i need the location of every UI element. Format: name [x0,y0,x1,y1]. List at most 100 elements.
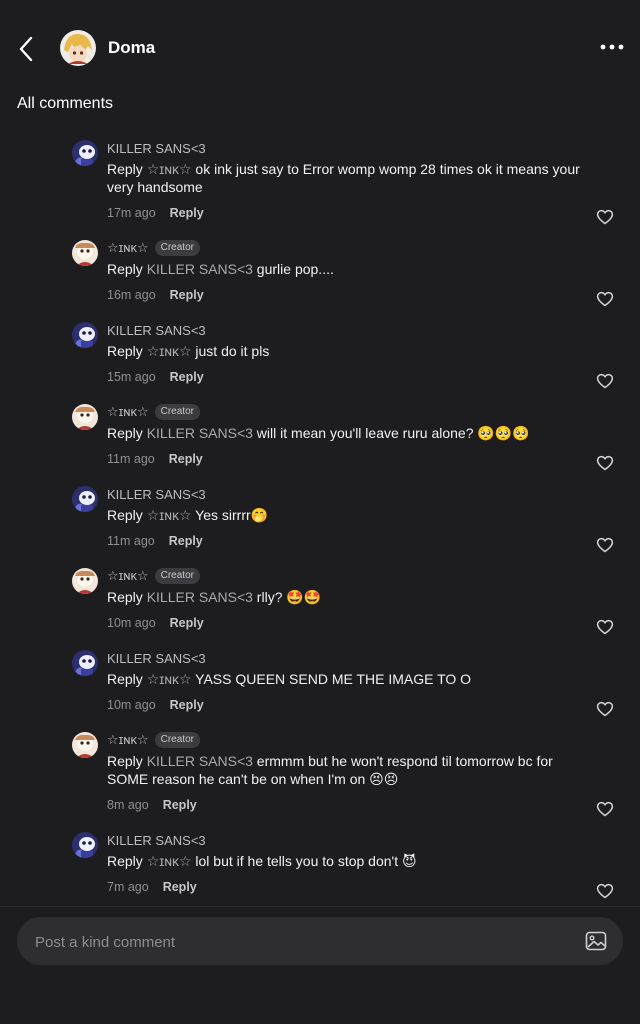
reply-target-username[interactable]: ☆ɪɴᴋ☆ [147,507,192,523]
comment-body: YASS QUEEN SEND ME THE IMAGE TO O [191,671,472,687]
reply-target-username[interactable]: KILLER SANS<3 [147,753,253,769]
reply-target-username[interactable]: KILLER SANS<3 [147,261,253,277]
heart-outline-icon [596,537,614,553]
comment-username[interactable]: KILLER SANS<3 [107,651,206,666]
comment-username[interactable]: KILLER SANS<3 [107,323,206,338]
comment-username[interactable]: KILLER SANS<3 [107,833,206,848]
comment-timestamp: 11m ago [107,534,155,548]
reply-button[interactable]: Reply [170,288,204,302]
comment-meta: 10m ago Reply [107,614,590,632]
reply-button[interactable]: Reply [170,206,204,220]
comment-username[interactable]: ☆ɪɴᴋ☆ [107,732,149,748]
creator-badge: Creator [154,240,200,256]
reply-button[interactable]: Reply [163,880,197,894]
heart-outline-icon [596,291,614,307]
comment-username[interactable]: ☆ɪɴᴋ☆ [107,568,149,584]
comment-header: ☆ɪɴᴋ☆ Creator [107,558,590,586]
reply-button[interactable]: Reply [170,698,204,712]
like-button[interactable] [596,618,614,636]
reply-target-username[interactable]: KILLER SANS<3 [147,425,253,441]
comment-avatar[interactable] [72,732,98,758]
comment-body: will it mean you'll leave ruru alone? [252,425,478,441]
comment-text: Reply ☆ɪɴᴋ☆ just do it pls [107,342,590,360]
reply-label: Reply [107,343,143,359]
like-button[interactable] [596,800,614,818]
reply-target-username[interactable]: ☆ɪɴᴋ☆ [147,853,192,869]
comment-avatar[interactable] [72,240,98,266]
like-button[interactable] [596,700,614,718]
comment-avatar[interactable] [72,832,98,858]
reply-button[interactable]: Reply [169,452,203,466]
comment-body: gurlie pop.... [252,261,334,277]
reply-label: Reply [107,671,143,687]
more-options-button[interactable] [594,33,630,61]
attach-image-button[interactable] [585,930,607,952]
reply-label: Reply [107,425,143,441]
comment-header: ☆ɪɴᴋ☆ Creator [107,230,590,258]
comment-avatar[interactable] [72,140,98,166]
comment-body: Yes sirrrr [191,507,251,523]
comment-avatar[interactable] [72,650,98,676]
comment-username[interactable]: ☆ɪɴᴋ☆ [107,240,149,256]
comment-item: KILLER SANS<3 Reply ☆ɪɴᴋ☆ Yes sirrrr🤭 11m … [0,476,640,558]
comment-username[interactable]: ☆ɪɴᴋ☆ [107,404,149,420]
heart-outline-icon [596,883,614,899]
heart-outline-icon [596,373,614,389]
comment-item: ☆ɪɴᴋ☆ Creator Reply KILLER SANS<3 gurlie p… [0,230,640,312]
comment-username[interactable]: KILLER SANS<3 [107,141,206,156]
heart-outline-icon [596,209,614,225]
comment-list[interactable]: KILLER SANS<3 Reply ☆ɪɴᴋ☆ ok ink just say… [0,130,640,906]
like-button[interactable] [596,882,614,900]
heart-outline-icon [596,801,614,817]
comment-text: Reply ☆ɪɴᴋ☆ Yes sirrrr🤭 [107,506,590,524]
reply-button[interactable]: Reply [163,798,197,812]
comment-meta: 8m ago Reply [107,796,590,814]
reply-button[interactable]: Reply [170,370,204,384]
comment-username[interactable]: KILLER SANS<3 [107,487,206,502]
comment-input[interactable] [33,917,577,967]
reply-label: Reply [107,507,143,523]
comment-meta: 10m ago Reply [107,696,590,714]
comment-timestamp: 10m ago [107,616,156,630]
comment-text: Reply KILLER SANS<3 rlly? 🤩🤩 [107,588,590,606]
reply-target-username[interactable]: ☆ɪɴᴋ☆ [147,161,192,177]
reply-target-username[interactable]: KILLER SANS<3 [147,589,253,605]
comment-text: Reply ☆ɪɴᴋ☆ lol but if he tells you to s… [107,852,590,870]
comment-avatar[interactable] [72,486,98,512]
comment-avatar[interactable] [72,404,98,430]
reply-label: Reply [107,161,143,177]
comment-composer-bar [0,906,640,1024]
comment-header: KILLER SANS<3 [107,640,590,668]
comment-header: KILLER SANS<3 [107,130,590,158]
reply-target-username[interactable]: ☆ɪɴᴋ☆ [147,343,192,359]
comment-item: KILLER SANS<3 Reply ☆ɪɴᴋ☆ lol but if he t… [0,822,640,904]
reply-target-username[interactable]: ☆ɪɴᴋ☆ [147,671,192,687]
like-button[interactable] [596,372,614,390]
comment-timestamp: 11m ago [107,452,155,466]
comment-header: ☆ɪɴᴋ☆ Creator [107,394,590,422]
like-button[interactable] [596,208,614,226]
comment-emoji: 😣😣 [369,771,399,787]
reply-label: Reply [107,589,143,605]
like-button[interactable] [596,536,614,554]
comment-avatar[interactable] [72,568,98,594]
reply-button[interactable]: Reply [170,616,204,630]
creator-badge: Creator [154,568,200,584]
comment-text: Reply ☆ɪɴᴋ☆ ok ink just say to Error wom… [107,160,590,196]
top-bar: Doma [0,0,640,98]
like-button[interactable] [596,290,614,308]
comment-timestamp: 15m ago [107,370,156,384]
back-button[interactable] [10,33,42,65]
comment-meta: 7m ago Reply [107,878,590,896]
author-name[interactable]: Doma [108,38,155,58]
comment-emoji: 🤩🤩 [286,589,322,605]
comment-meta: 15m ago Reply [107,368,590,386]
section-title: All comments [17,95,114,112]
comment-text: Reply KILLER SANS<3 will it mean you'll … [107,424,590,442]
comment-avatar[interactable] [72,322,98,348]
author-avatar[interactable] [60,30,96,66]
reply-button[interactable]: Reply [169,534,203,548]
comments-screen: Doma All comments KILLER SANS<3 Reply ☆ɪɴ… [0,0,640,1024]
like-button[interactable] [596,454,614,472]
comment-meta: 16m ago Reply [107,286,590,304]
